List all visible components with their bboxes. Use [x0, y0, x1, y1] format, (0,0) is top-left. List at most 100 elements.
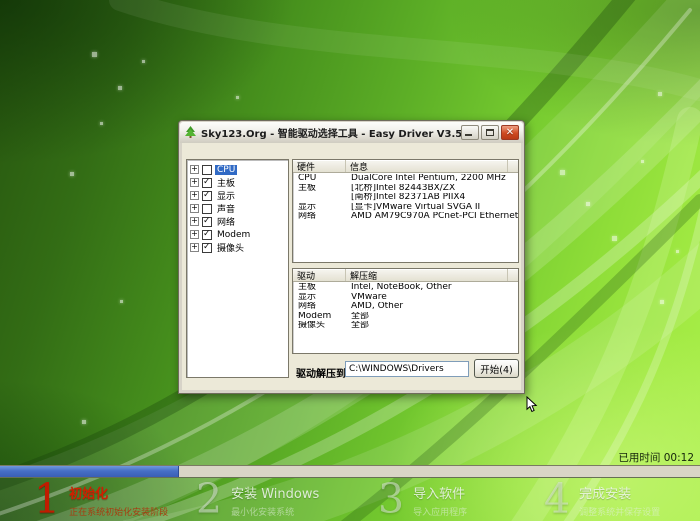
- sparkle: [586, 202, 590, 206]
- close-icon: ✕: [502, 126, 518, 139]
- step-title: 初始化: [69, 483, 168, 502]
- checkbox[interactable]: [202, 191, 212, 201]
- step-title: 安装 Windows: [231, 483, 319, 502]
- tree-item-label: Modem: [215, 230, 252, 240]
- maximize-button[interactable]: [481, 125, 499, 140]
- expand-icon[interactable]: +: [190, 178, 199, 187]
- expand-icon[interactable]: +: [190, 243, 199, 252]
- column-header-spacer: [508, 269, 518, 281]
- extract-path-label: 驱动解压到: [296, 365, 346, 380]
- cell-info: DualCore Intel Pentium, 2200 MHz: [346, 174, 518, 184]
- checkbox[interactable]: [202, 165, 212, 175]
- cell-hardware: 网络: [293, 212, 346, 222]
- sparkle: [92, 52, 97, 57]
- hardware-info-list: 硬件 信息 CPU DualCore Intel Pentium, 2200 M…: [292, 159, 519, 263]
- tree-item-camera[interactable]: + 摄像头: [187, 241, 288, 254]
- hardware-row[interactable]: CPU DualCore Intel Pentium, 2200 MHz: [293, 174, 518, 184]
- tree-item-modem[interactable]: + Modem: [187, 228, 288, 241]
- tree-item-cpu[interactable]: + CPU: [187, 163, 288, 176]
- cell-extract: 全部: [346, 312, 518, 322]
- cell-extract: AMD, Other: [346, 302, 518, 312]
- sparkle: [142, 60, 145, 63]
- hardware-row[interactable]: 主板 [北桥]Intel 82443BX/ZX: [293, 184, 518, 194]
- cell-extract: VMware: [346, 293, 518, 303]
- maximize-icon: [486, 129, 494, 136]
- checkbox[interactable]: [202, 243, 212, 253]
- column-header-driver[interactable]: 驱动: [293, 269, 346, 281]
- sparkle: [676, 250, 679, 253]
- mouse-cursor-icon: [526, 396, 538, 414]
- checkbox[interactable]: [202, 178, 212, 188]
- driver-row[interactable]: 主板 Intel, NoteBook, Other: [293, 283, 518, 293]
- cell-info: [南桥]Intel 82371AB PIIX4: [346, 193, 518, 203]
- list-header: 驱动 解压缩: [293, 269, 518, 282]
- tree-item-label: 网络: [215, 215, 237, 228]
- extract-path-input[interactable]: C:\WINDOWS\Drivers: [345, 361, 469, 377]
- step-number: 3: [378, 479, 404, 521]
- expand-icon[interactable]: +: [190, 217, 199, 226]
- tree-item-network[interactable]: + 网络: [187, 215, 288, 228]
- minimize-button[interactable]: [461, 125, 479, 140]
- driver-selection-list: 驱动 解压缩 主板 Intel, NoteBook, Other 显示 VMwa…: [292, 268, 519, 354]
- driver-row[interactable]: Modem 全部: [293, 312, 518, 322]
- tree-item-mainboard[interactable]: + 主板: [187, 176, 288, 189]
- cell-driver: Modem: [293, 312, 346, 322]
- column-header-spacer: [508, 160, 518, 172]
- step-title: 完成安装: [579, 483, 660, 502]
- sparkle: [236, 96, 239, 99]
- hardware-row[interactable]: 显示 [显卡]VMware Virtual SVGA II: [293, 203, 518, 213]
- sparkle: [70, 172, 74, 176]
- window-title: Sky123.Org - 智能驱动选择工具 - Easy Driver V3.5: [201, 125, 462, 140]
- tree-item-sound[interactable]: + 声音: [187, 202, 288, 215]
- cell-driver: 网络: [293, 302, 346, 312]
- sparkle: [641, 160, 644, 163]
- column-header-hardware[interactable]: 硬件: [293, 160, 346, 172]
- window-titlebar[interactable]: Sky123.Org - 智能驱动选择工具 - Easy Driver V3.5…: [180, 122, 523, 143]
- step-number: 4: [544, 479, 570, 521]
- expand-icon[interactable]: +: [190, 191, 199, 200]
- close-button[interactable]: ✕: [501, 125, 519, 140]
- checkbox[interactable]: [202, 217, 212, 227]
- column-header-info[interactable]: 信息: [346, 160, 508, 172]
- step-install-windows: 2 安装 Windows 最小化安装系统: [196, 479, 319, 521]
- window-client-area: + CPU + 主板 + 显示 + 声音: [182, 143, 521, 390]
- elapsed-label: 已用时间: [618, 452, 660, 464]
- cell-hardware: 主板: [293, 184, 346, 194]
- hardware-row[interactable]: [南桥]Intel 82371AB PIIX4: [293, 193, 518, 203]
- step-subtitle: 正在系统初始化安装阶段: [69, 505, 168, 518]
- expand-icon[interactable]: +: [190, 230, 199, 239]
- column-header-extract[interactable]: 解压缩: [346, 269, 508, 281]
- minimize-icon: [465, 134, 472, 136]
- step-import-software: 3 导入软件 导入应用程序: [378, 479, 467, 521]
- cell-driver: 显示: [293, 293, 346, 303]
- checkbox[interactable]: [202, 204, 212, 214]
- sparkle: [660, 300, 664, 304]
- cell-info: [北桥]Intel 82443BX/ZX: [346, 184, 518, 194]
- sparkle: [82, 420, 86, 424]
- desktop-wallpaper: Sky123.Org - 智能驱动选择工具 - Easy Driver V3.5…: [0, 0, 700, 521]
- cell-driver: 主板: [293, 283, 346, 293]
- expand-icon[interactable]: +: [190, 165, 199, 174]
- step-title: 导入软件: [413, 483, 467, 502]
- cell-driver: 摄像头: [293, 321, 346, 331]
- driver-row[interactable]: 网络 AMD, Other: [293, 302, 518, 312]
- start-button[interactable]: 开始(4): [474, 359, 519, 378]
- elapsed-value: 00:12: [664, 452, 694, 464]
- sparkle: [120, 300, 123, 303]
- list-header: 硬件 信息: [293, 160, 518, 173]
- cell-hardware: 显示: [293, 203, 346, 213]
- easy-driver-window: Sky123.Org - 智能驱动选择工具 - Easy Driver V3.5…: [178, 120, 525, 394]
- step-finish-install: 4 完成安装 调整系统并保存设置: [544, 479, 660, 521]
- sparkle: [658, 92, 662, 96]
- step-initialize: 1 初始化 正在系统初始化安装阶段: [34, 479, 168, 521]
- step-subtitle: 调整系统并保存设置: [579, 505, 660, 518]
- tree-item-label: CPU: [215, 165, 237, 175]
- step-number: 1: [34, 479, 60, 521]
- hardware-row[interactable]: 网络 AMD AM79C970A PCnet-PCI Ethernet Ada.…: [293, 212, 518, 222]
- expand-icon[interactable]: +: [190, 204, 199, 213]
- driver-row[interactable]: 显示 VMware: [293, 293, 518, 303]
- tree-item-display[interactable]: + 显示: [187, 189, 288, 202]
- sparkle: [560, 170, 565, 175]
- driver-row[interactable]: 摄像头 全部: [293, 321, 518, 331]
- checkbox[interactable]: [202, 230, 212, 240]
